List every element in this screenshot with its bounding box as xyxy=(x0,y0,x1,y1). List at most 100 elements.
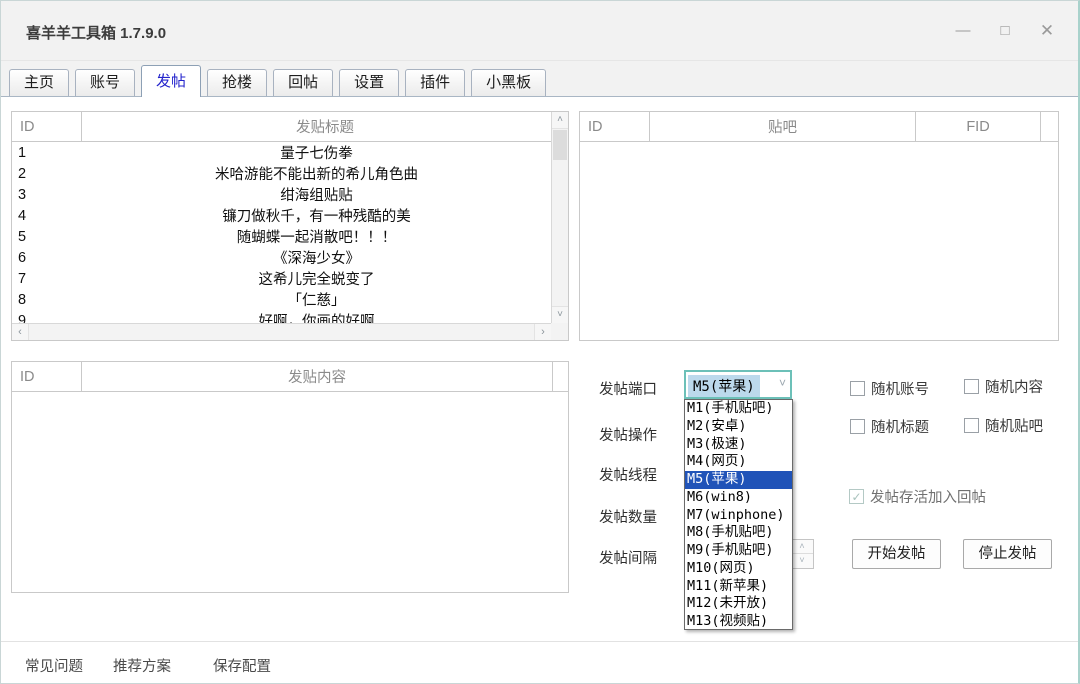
footer-link-save-config[interactable]: 保存配置 xyxy=(213,655,271,676)
app-window: 喜羊羊工具箱 1.7.9.0 — □ ✕ 主页 账号 发帖 抢楼 回帖 设置 插… xyxy=(0,0,1080,684)
interval-spinner[interactable]: ˄ ˅ xyxy=(790,539,814,569)
checkbox-box[interactable] xyxy=(964,379,979,394)
column-header-post-content: 发贴内容 xyxy=(82,362,552,391)
checkbox-box-checked[interactable]: ✓ xyxy=(849,489,864,504)
tab-post[interactable]: 发帖 xyxy=(141,65,201,97)
table-row[interactable]: 2米哈游能不能出新的希儿角色曲 xyxy=(12,163,551,184)
row-title: 绀海组贴贴 xyxy=(82,184,551,205)
table-row[interactable]: 7这希儿完全蜕变了 xyxy=(12,268,551,289)
checkbox-label: 发帖存活加入回帖 xyxy=(870,486,986,507)
table-row[interactable]: 8「仁慈」 xyxy=(12,289,551,310)
row-id: 5 xyxy=(12,229,82,245)
tieba-table-header: ID 贴吧 FID xyxy=(580,112,1058,142)
table-row[interactable]: 4镰刀做秋千，有一种残酷的美 xyxy=(12,205,551,226)
dropdown-option-m12[interactable]: M12(未开放) xyxy=(685,595,792,613)
tab-blackboard[interactable]: 小黑板 xyxy=(471,69,546,96)
column-header-id: ID xyxy=(580,112,650,141)
horizontal-scrollbar[interactable]: ‹ › xyxy=(12,323,551,340)
maximize-icon[interactable]: □ xyxy=(988,17,1022,45)
post-thread-label: 发帖线程 xyxy=(599,464,657,485)
row-id: 7 xyxy=(12,271,82,287)
footer-link-faq[interactable]: 常见问题 xyxy=(25,655,83,676)
checkbox-box[interactable] xyxy=(850,381,865,396)
dropdown-option-m9[interactable]: M9(手机贴吧) xyxy=(685,542,792,560)
dropdown-option-m2[interactable]: M2(安卓) xyxy=(685,418,792,436)
post-content-table-header: ID 发贴内容 xyxy=(12,362,568,392)
checkbox-random-account[interactable]: 随机账号 xyxy=(850,378,929,399)
checkbox-label: 随机标题 xyxy=(871,416,929,437)
spinner-up-icon[interactable]: ˄ xyxy=(791,540,813,554)
tab-home[interactable]: 主页 xyxy=(9,69,69,96)
row-title: 「仁慈」 xyxy=(82,289,551,310)
dropdown-option-m3[interactable]: M3(极速) xyxy=(685,436,792,454)
table-row[interactable]: 6《深海少女》 xyxy=(12,247,551,268)
row-id: 8 xyxy=(12,292,82,308)
post-action-label: 发帖操作 xyxy=(599,424,657,445)
post-port-select[interactable]: M5(苹果) ˅ xyxy=(684,370,792,399)
stop-post-button[interactable]: 停止发帖 xyxy=(963,539,1052,569)
dropdown-option-m1[interactable]: M1(手机贴吧) xyxy=(685,400,792,418)
scroll-down-icon[interactable]: ˅ xyxy=(552,306,568,323)
dropdown-option-m13[interactable]: M13(视频贴) xyxy=(685,613,792,631)
row-title: 随蝴蝶一起消散吧！！！ xyxy=(82,226,551,247)
dropdown-option-m6[interactable]: M6(win8) xyxy=(685,489,792,507)
footer-divider xyxy=(1,641,1078,642)
row-id: 2 xyxy=(12,166,82,182)
tab-floor-grab[interactable]: 抢楼 xyxy=(207,69,267,96)
chevron-down-icon[interactable]: ˅ xyxy=(779,376,786,390)
scroll-left-icon[interactable]: ‹ xyxy=(12,324,29,340)
spinner-down-icon[interactable]: ˅ xyxy=(791,554,813,568)
row-title: 量子七伤拳 xyxy=(82,142,551,163)
title-bar: 喜羊羊工具箱 1.7.9.0 — □ ✕ xyxy=(1,1,1078,61)
row-title: 米哈游能不能出新的希儿角色曲 xyxy=(82,163,551,184)
tab-plugins[interactable]: 插件 xyxy=(405,69,465,96)
row-id: 9 xyxy=(12,313,82,324)
post-port-dropdown: M1(手机贴吧) M2(安卓) M3(极速) M4(网页) M5(苹果) M6(… xyxy=(684,399,793,630)
tab-settings[interactable]: 设置 xyxy=(339,69,399,96)
checkbox-box[interactable] xyxy=(850,419,865,434)
scroll-right-icon[interactable]: › xyxy=(534,324,551,340)
checkbox-label: 随机内容 xyxy=(985,376,1043,397)
window-controls: — □ ✕ xyxy=(946,17,1064,45)
row-title: 《深海少女》 xyxy=(82,247,551,268)
minimize-icon[interactable]: — xyxy=(946,17,980,45)
row-id: 4 xyxy=(12,208,82,224)
vertical-scrollbar[interactable]: ˄ ˅ xyxy=(551,112,568,323)
tab-bar: 主页 账号 发帖 抢楼 回帖 设置 插件 小黑板 xyxy=(1,61,1078,97)
table-row[interactable]: 1量子七伤拳 xyxy=(12,142,551,163)
dropdown-option-m8[interactable]: M8(手机贴吧) xyxy=(685,524,792,542)
checkbox-random-title[interactable]: 随机标题 xyxy=(850,416,929,437)
post-title-table-header: ID 发贴标题 xyxy=(12,112,568,142)
checkbox-box[interactable] xyxy=(964,418,979,433)
post-port-label: 发帖端口 xyxy=(599,378,657,399)
column-header-id: ID xyxy=(12,112,82,141)
close-icon[interactable]: ✕ xyxy=(1030,17,1064,45)
checkbox-random-tieba[interactable]: 随机贴吧 xyxy=(964,415,1043,436)
start-post-button[interactable]: 开始发帖 xyxy=(852,539,941,569)
row-id: 6 xyxy=(12,250,82,266)
row-id: 3 xyxy=(12,187,82,203)
scroll-up-icon[interactable]: ˄ xyxy=(552,112,568,129)
dropdown-option-m5[interactable]: M5(苹果) xyxy=(685,471,792,489)
scrollbar-corner xyxy=(551,323,568,340)
table-row[interactable]: 5随蝴蝶一起消散吧！！！ xyxy=(12,226,551,247)
tab-reply[interactable]: 回帖 xyxy=(273,69,333,96)
dropdown-option-m7[interactable]: M7(winphone) xyxy=(685,507,792,525)
table-row[interactable]: 3绀海组贴贴 xyxy=(12,184,551,205)
checkbox-survive-reply[interactable]: ✓ 发帖存活加入回帖 xyxy=(849,486,986,507)
table-row[interactable]: 9好啊，你画的好啊 xyxy=(12,310,551,323)
app-title: 喜羊羊工具箱 1.7.9.0 xyxy=(26,22,166,43)
dropdown-option-m4[interactable]: M4(网页) xyxy=(685,453,792,471)
tieba-table: ID 贴吧 FID xyxy=(579,111,1059,341)
checkbox-random-content[interactable]: 随机内容 xyxy=(964,376,1043,397)
scrollbar-thumb[interactable] xyxy=(553,130,567,160)
row-title: 镰刀做秋千，有一种残酷的美 xyxy=(82,205,551,226)
dropdown-option-m11[interactable]: M11(新苹果) xyxy=(685,578,792,596)
post-content-table: ID 发贴内容 xyxy=(11,361,569,593)
tab-account[interactable]: 账号 xyxy=(75,69,135,96)
dropdown-option-m10[interactable]: M10(网页) xyxy=(685,560,792,578)
row-title: 好啊，你画的好啊 xyxy=(82,310,551,323)
footer-link-recommend[interactable]: 推荐方案 xyxy=(113,655,171,676)
checkbox-label: 随机账号 xyxy=(871,378,929,399)
column-header-end xyxy=(1040,112,1058,141)
